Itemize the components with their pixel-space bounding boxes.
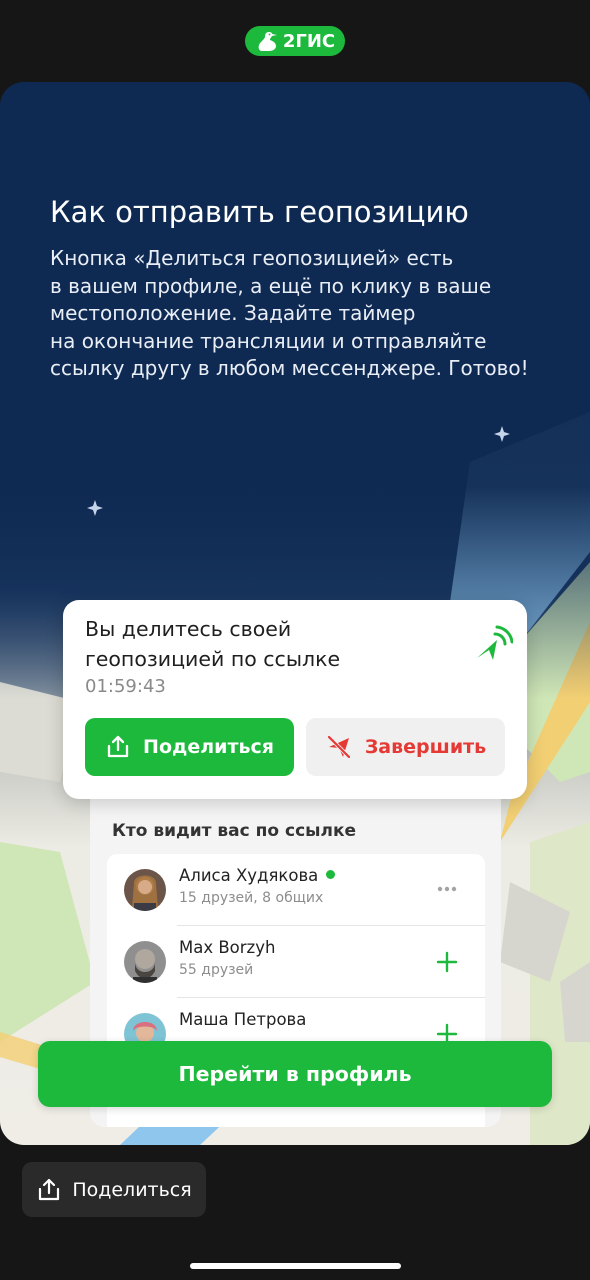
home-indicator[interactable] [190, 1263, 401, 1269]
card-title-line: Вы делитесь своей [85, 617, 292, 641]
app-logo: 2ГИС [245, 26, 345, 56]
plus-icon[interactable] [435, 950, 459, 974]
go-to-profile-button[interactable]: Перейти в профиль [38, 1041, 552, 1107]
story-card: Как отправить геопозицию Кнопка «Делитьс… [0, 82, 590, 1145]
avatar [124, 869, 166, 911]
description-line: Кнопка «Делиться геопозицией» есть [50, 246, 454, 270]
story-title: Как отправить геопозицию [50, 195, 469, 229]
share-button-label: Поделиться [143, 736, 274, 758]
list-item[interactable]: Алиса Худякова 15 друзей, 8 общих [107, 854, 485, 926]
viewer-name: Алиса Худякова [179, 866, 336, 885]
story-description: Кнопка «Делиться геопозицией» есть в ваш… [50, 245, 550, 383]
sharing-timer: 01:59:43 [85, 676, 166, 697]
description-line: на окончание трансляции и отправляйте [50, 328, 487, 353]
share-story-button[interactable]: Поделиться [22, 1162, 206, 1217]
finish-button-label: Завершить [364, 736, 487, 758]
description-line: в вашем профиле, а ещё по клику в ваше [50, 273, 492, 298]
goose-logo-icon [258, 32, 277, 51]
logo-text: 2ГИС [282, 30, 336, 52]
share-icon [107, 735, 129, 758]
viewer-name: Маша Петрова [179, 1010, 307, 1029]
viewers-title: Кто видит вас по ссылке [112, 821, 357, 841]
share-button[interactable]: Поделиться [85, 718, 294, 776]
description-line: ссылку другу в любом мессенджере. Готово… [50, 356, 529, 380]
share-story-label: Поделиться [72, 1178, 192, 1201]
share-icon [39, 1178, 60, 1200]
list-item[interactable]: Max Borzyh 55 друзей [107, 926, 485, 998]
more-icon[interactable] [437, 886, 457, 892]
finish-sharing-button[interactable]: Завершить [306, 718, 505, 776]
location-sharing-card: Вы делитесь своей геопозицией по ссылке … [63, 600, 527, 799]
location-broadcast-icon [477, 625, 513, 660]
location-off-icon [326, 735, 351, 759]
card-title: Вы делитесь своей геопозицией по ссылке [85, 614, 465, 674]
description-line: местоположение. Задайте таймер [50, 301, 416, 325]
avatar [124, 941, 166, 983]
viewer-name-text: Алиса Худякова [179, 866, 319, 885]
online-indicator [326, 870, 336, 879]
viewer-subtitle: 55 друзей [179, 962, 254, 978]
viewer-subtitle: 15 друзей, 8 общих [179, 890, 324, 906]
viewer-name: Max Borzyh [179, 938, 276, 957]
card-title-line: геопозицией по ссылке [85, 647, 341, 671]
